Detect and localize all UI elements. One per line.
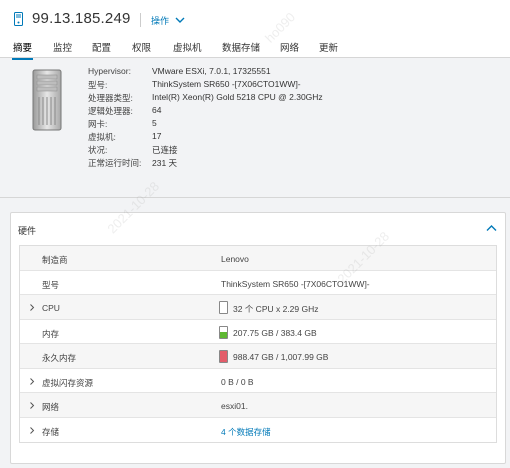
hardware-row-storage[interactable]: 存储 4 个数据存储	[20, 418, 496, 443]
actions-menu[interactable]: 操作	[151, 14, 185, 27]
summary-key-hypervisor: Hypervisor:	[88, 66, 131, 76]
summary-value-state: 已连接	[152, 145, 178, 155]
hardware-label: 内存	[42, 328, 60, 339]
datastores-link[interactable]: 4 个数据存储	[221, 426, 271, 438]
chevron-right-icon[interactable]	[29, 377, 35, 385]
memory-usage-icon	[219, 325, 228, 339]
hardware-row-network[interactable]: 网络 esxi01.	[20, 393, 496, 418]
hardware-label: 存储	[42, 426, 60, 437]
hardware-label: 制造商	[42, 255, 68, 265]
chevron-right-icon[interactable]	[29, 426, 35, 434]
hardware-row-vflash[interactable]: 虚拟闪存资源 0 B / 0 B	[20, 369, 496, 393]
hardware-label: 永久内存	[42, 353, 77, 363]
hardware-label: 虚拟闪存资源	[42, 377, 94, 388]
hardware-label: CPU	[42, 303, 60, 313]
host-header: 99.13.185.249 操作 摘要 监控 配置 权限 虚拟机 数据存储 网络…	[0, 0, 510, 60]
summary-value-logical-processors: 64	[152, 105, 162, 115]
summary-value-nics: 5	[152, 118, 157, 128]
server-tower-icon	[32, 69, 62, 131]
title-divider	[140, 13, 141, 27]
hardware-card: 硬件 制造商 Lenovo 型号 ThinkSystem SR650 -[7X0…	[10, 212, 506, 464]
hardware-value: 207.75 GB / 383.4 GB	[233, 327, 317, 338]
tab-datastores[interactable]: 数据存储	[222, 40, 260, 54]
host-title: 99.13.185.249	[32, 10, 131, 27]
section-divider	[0, 197, 510, 198]
hardware-row-model: 型号 ThinkSystem SR650 -[7X06CTO1WW]-	[20, 271, 496, 295]
cpu-usage-icon	[219, 301, 228, 314]
hardware-row-persistent-memory: 永久内存 988.47 GB / 1,007.99 GB	[20, 344, 496, 369]
tab-updates[interactable]: 更新	[319, 40, 338, 54]
persistent-memory-usage-fill	[220, 351, 227, 362]
summary-value-uptime: 231 天	[152, 158, 178, 168]
actions-label: 操作	[151, 16, 170, 26]
summary-value-model: ThinkSystem SR650 -[7X06CTO1WW]-	[152, 79, 301, 89]
chevron-up-icon[interactable]	[486, 224, 497, 232]
hardware-value: esxi01.	[221, 401, 248, 411]
hardware-table: 制造商 Lenovo 型号 ThinkSystem SR650 -[7X06CT…	[19, 245, 497, 443]
chevron-down-icon	[175, 17, 185, 23]
tab-summary[interactable]: 摘要	[11, 40, 34, 60]
summary-key-vms: 虚拟机:	[88, 132, 116, 142]
hardware-row-cpu[interactable]: CPU 32 个 CPU x 2.29 GHz	[20, 295, 496, 320]
memory-usage-fill	[220, 331, 227, 338]
persistent-memory-usage-icon	[219, 350, 228, 363]
chevron-right-icon[interactable]	[29, 402, 35, 409]
tab-permissions[interactable]: 权限	[132, 40, 151, 54]
tab-monitor[interactable]: 监控	[53, 40, 72, 54]
summary-key-model: 型号:	[88, 80, 108, 90]
host-summary: Hypervisor: VMware ESXi, 7.0.1, 17325551…	[0, 59, 510, 189]
summary-key-uptime: 正常运行时间:	[88, 158, 142, 168]
summary-key-logical-processors: 逻辑处理器:	[88, 106, 133, 116]
hardware-row-manufacturer: 制造商 Lenovo	[20, 246, 496, 271]
hardware-value: Lenovo	[221, 254, 249, 264]
hardware-value: 0 B / 0 B	[221, 376, 254, 387]
hardware-card-title: 硬件	[18, 226, 37, 236]
tab-bar: 摘要 监控 配置 权限 虚拟机 数据存储 网络 更新	[0, 36, 510, 60]
tab-networks[interactable]: 网络	[280, 40, 299, 54]
summary-key-nics: 网卡:	[88, 119, 108, 129]
chevron-right-icon[interactable]	[29, 304, 35, 311]
summary-value-processor-type: Intel(R) Xeon(R) Gold 5218 CPU @ 2.30GHz	[152, 92, 323, 102]
tab-configure[interactable]: 配置	[92, 40, 111, 54]
hardware-value: ThinkSystem SR650 -[7X06CTO1WW]-	[221, 278, 370, 289]
hardware-value: 32 个 CPU x 2.29 GHz	[233, 304, 319, 314]
tab-vms[interactable]: 虚拟机	[173, 40, 202, 54]
hardware-row-memory: 内存 207.75 GB / 383.4 GB	[20, 320, 496, 344]
host-icon	[14, 12, 23, 26]
summary-value-hypervisor: VMware ESXi, 7.0.1, 17325551	[152, 66, 271, 76]
summary-key-processor-type: 处理器类型:	[88, 93, 133, 103]
hardware-label: 型号	[42, 279, 60, 290]
hardware-label: 网络	[42, 402, 60, 412]
summary-key-state: 状况:	[88, 145, 108, 155]
hardware-value: 988.47 GB / 1,007.99 GB	[233, 352, 329, 362]
summary-value-vms: 17	[152, 131, 162, 141]
